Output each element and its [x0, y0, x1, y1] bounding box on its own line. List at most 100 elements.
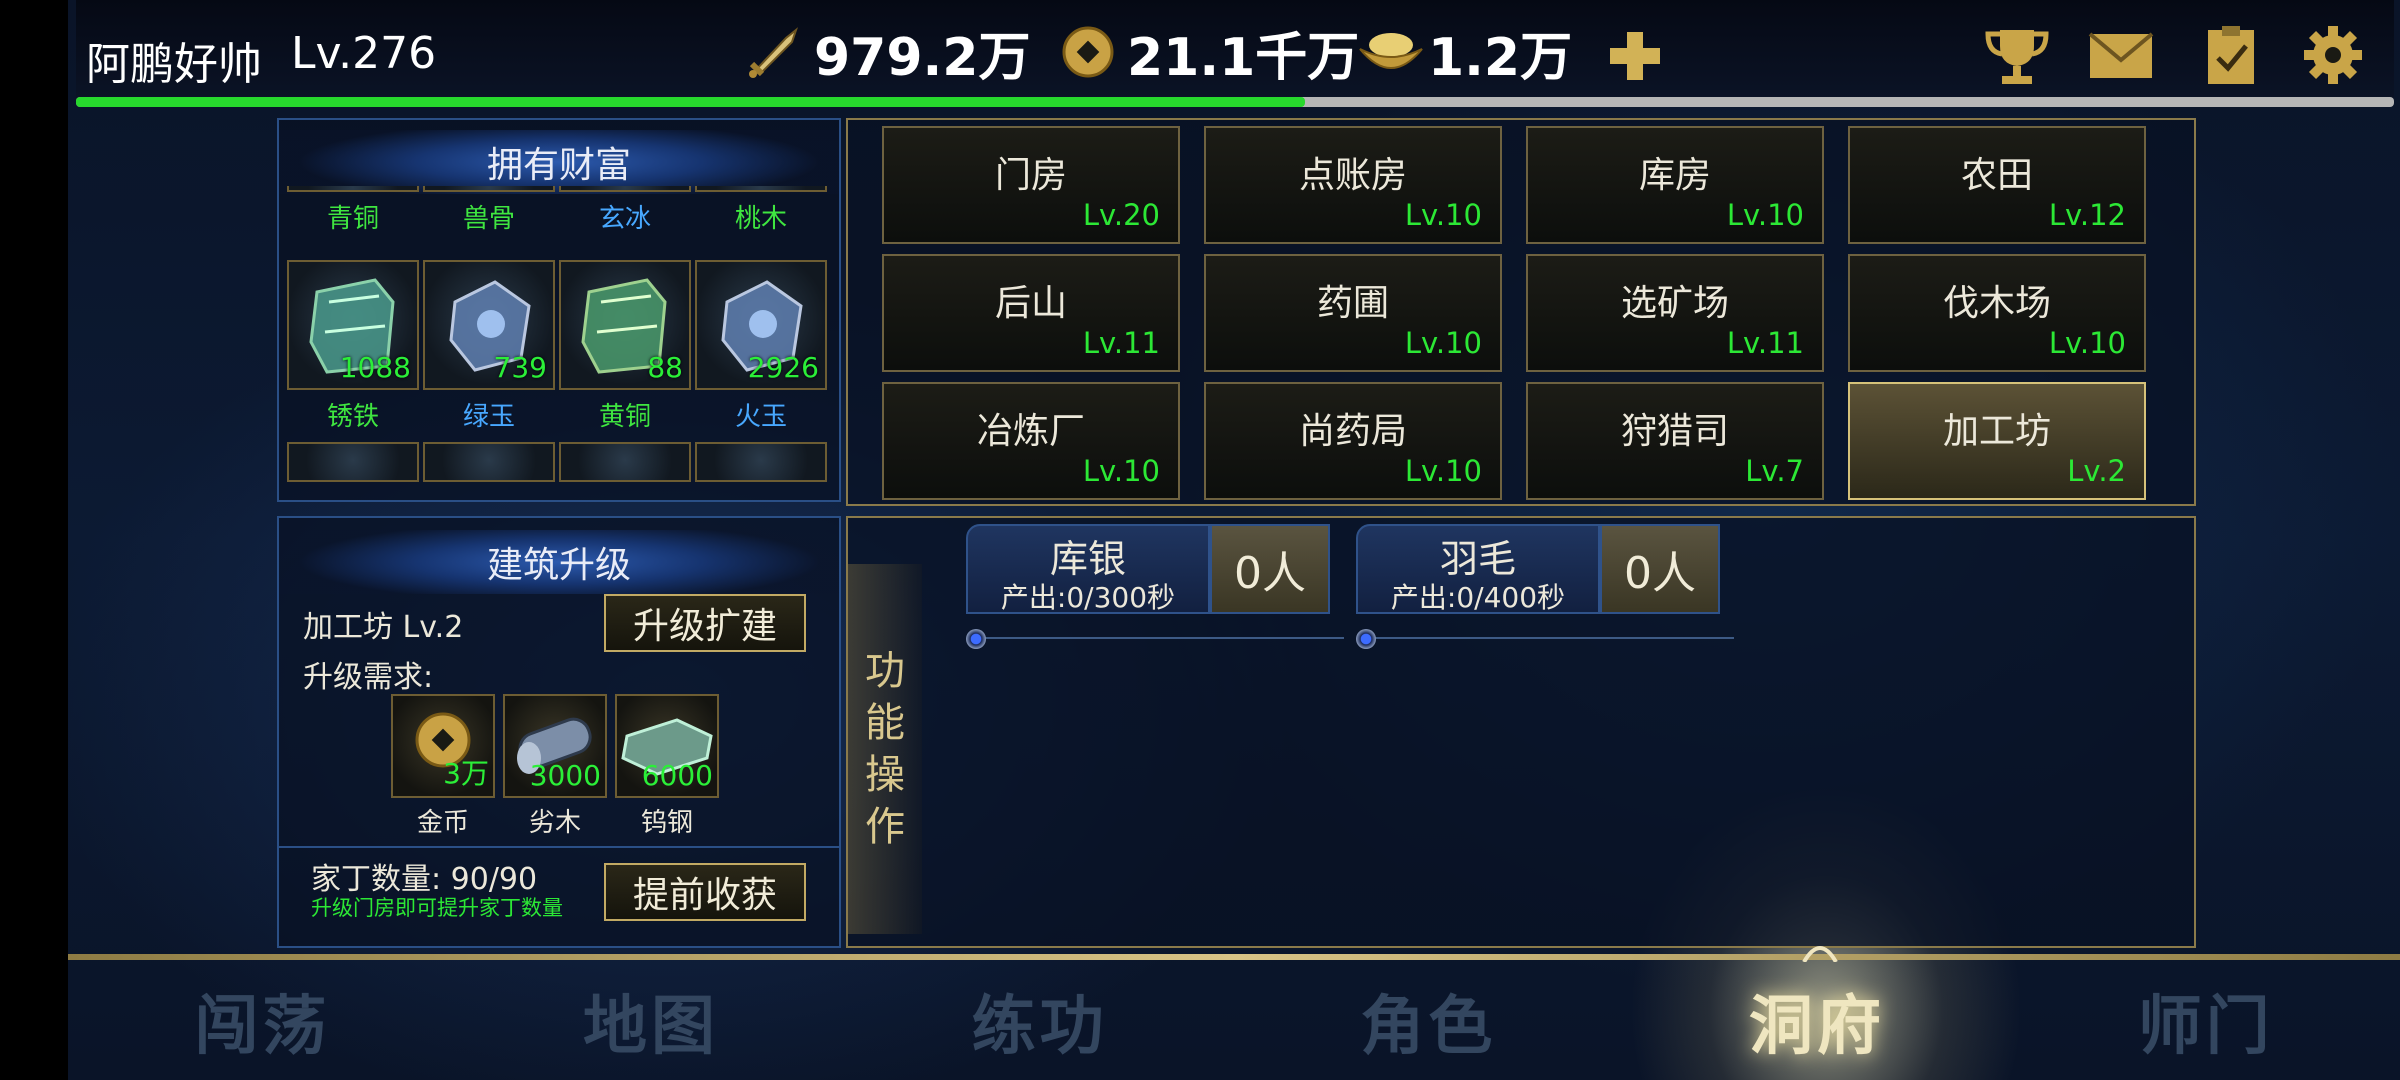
- resource-item[interactable]: 桃木: [693, 186, 829, 235]
- bottom-nav: 闯荡 地图 练功 角色 洞府 师门: [68, 962, 2400, 1080]
- resource-item[interactable]: 739 绿玉: [421, 260, 557, 433]
- building-cell[interactable]: 尚药局 Lv.10: [1204, 382, 1502, 500]
- building-name: 农田: [1960, 155, 2033, 196]
- resource-item[interactable]: 兽骨: [421, 186, 557, 235]
- producer-slider-knob[interactable]: [1356, 629, 1376, 649]
- ingot-icon: [1359, 33, 1423, 69]
- nav-tab-training[interactable]: 练功: [845, 962, 1234, 1080]
- gear-icon[interactable]: [2298, 24, 2368, 86]
- building-cell[interactable]: 后山 Lv.11: [882, 254, 1180, 372]
- function-tab-char: 操: [865, 752, 905, 798]
- resource-name: 兽骨: [462, 204, 515, 234]
- producer-rate: 产出:0/300秒: [1000, 581, 1176, 614]
- wealth-panel[interactable]: 拥有财富 青铜 兽骨 玄冰 桃木 1088 锈铁 739 绿玉 88 黄铜 29…: [277, 118, 841, 502]
- building-level: Lv.7: [1745, 454, 1804, 488]
- building-cell[interactable]: 选矿场 Lv.11: [1526, 254, 1824, 372]
- requirement-name: 钨钢: [640, 808, 693, 838]
- requirement-item[interactable]: 6000 钨钢: [615, 694, 719, 839]
- wealth-row-main: 1088 锈铁 739 绿玉 88 黄铜 2926 火玉: [285, 260, 829, 433]
- building-name: 伐木场: [1942, 283, 2051, 324]
- resource-name: 黄铜: [598, 402, 651, 432]
- producer-card[interactable]: 羽毛 产出:0/400秒 0人: [1356, 524, 1734, 649]
- building-cell[interactable]: 狩猎司 Lv.7: [1526, 382, 1824, 500]
- resource-item[interactable]: 1088 锈铁: [285, 260, 421, 433]
- producer-title: 库银: [1049, 537, 1126, 581]
- nav-tab-sect[interactable]: 师门: [2011, 962, 2400, 1080]
- upgrade-button[interactable]: 升级扩建: [604, 594, 806, 652]
- nav-tab-wander[interactable]: 闯荡: [68, 962, 457, 1080]
- producer-people-button[interactable]: 0人: [1600, 524, 1720, 614]
- resource-item[interactable]: 青铜: [285, 186, 421, 235]
- resource-count: 2926: [747, 351, 819, 384]
- ore-icon: 88: [559, 260, 691, 390]
- requirement-item[interactable]: 3000 劣木: [503, 694, 607, 839]
- requirement-item[interactable]: 3万 金币: [391, 694, 495, 839]
- harvest-button[interactable]: 提前收获: [604, 863, 806, 921]
- building-cell[interactable]: 冶炼厂 Lv.10: [882, 382, 1180, 500]
- building-name: 选矿场: [1620, 283, 1729, 324]
- requirement-count: 3万: [443, 757, 489, 790]
- exp-bar: [76, 97, 2394, 107]
- building-level: Lv.10: [1404, 454, 1482, 488]
- function-tab-char: 能: [865, 700, 905, 746]
- upgrade-panel: 建筑升级 加工坊 Lv.2 升级扩建 升级需求: 3万 金币 3000 劣木 6…: [277, 516, 841, 948]
- nav-tab-character[interactable]: 角色: [1234, 962, 1623, 1080]
- clipboard-icon[interactable]: [2196, 24, 2266, 86]
- requirement-count: 6000: [641, 759, 713, 792]
- buildings-grid: 门房 Lv.20 点账房 Lv.10 库房 Lv.10 农田 Lv.12 后山 Lv.11 药圃 Lv…: [846, 118, 2196, 506]
- plus-icon[interactable]: [1606, 30, 1664, 82]
- resource-item[interactable]: [421, 442, 557, 482]
- building-name: 冶炼厂: [976, 411, 1085, 452]
- building-name: 门房: [994, 155, 1067, 196]
- nav-tab-cave[interactable]: 洞府: [1623, 962, 2012, 1080]
- function-tab[interactable]: 功 能 操 作: [848, 564, 922, 934]
- nav-tab-map[interactable]: 地图: [457, 962, 846, 1080]
- producer-slider-track[interactable]: [976, 637, 1344, 639]
- resource-item[interactable]: [557, 442, 693, 482]
- trophy-icon[interactable]: [1982, 24, 2052, 86]
- gem-icon: 739: [423, 260, 555, 390]
- building-cell[interactable]: 伐木场 Lv.10: [1848, 254, 2146, 372]
- top-bar: 阿鹏好帅 Lv.276 979.2万 21.1千万 1.2万: [76, 0, 2394, 100]
- building-cell[interactable]: 加工坊 Lv.2: [1848, 382, 2146, 500]
- resource-name: 玄冰: [598, 204, 651, 234]
- building-level: Lv.2: [2067, 454, 2126, 488]
- building-cell[interactable]: 农田 Lv.12: [1848, 126, 2146, 244]
- producer-info[interactable]: 羽毛 产出:0/400秒: [1356, 524, 1600, 614]
- producer-info[interactable]: 库银 产出:0/300秒: [966, 524, 1210, 614]
- producer-slider-knob[interactable]: [966, 629, 986, 649]
- producer-slider-track[interactable]: [1366, 637, 1734, 639]
- resource-item[interactable]: 玄冰: [557, 186, 693, 235]
- building-level: Lv.20: [1082, 198, 1160, 232]
- player-level: Lv.276: [291, 28, 437, 79]
- resource-item[interactable]: [693, 442, 829, 482]
- resource-item[interactable]: [285, 442, 421, 482]
- building-name: 点账房: [1298, 155, 1407, 196]
- mail-icon[interactable]: [2086, 24, 2156, 86]
- gem-icon: 2926: [695, 260, 827, 390]
- producer-title: 羽毛: [1439, 537, 1516, 581]
- producer-people-button[interactable]: 0人: [1210, 524, 1330, 614]
- building-cell[interactable]: 门房 Lv.20: [882, 126, 1180, 244]
- coins-value: 21.1千万: [1127, 27, 1360, 88]
- power-value: 979.2万: [814, 27, 1031, 88]
- resource-count: 88: [647, 351, 683, 384]
- coin-stat: 21.1千万: [1061, 22, 1359, 88]
- exp-bar-fill: [76, 97, 1305, 107]
- wealth-row-top: 青铜 兽骨 玄冰 桃木: [285, 186, 829, 235]
- resource-item[interactable]: 88 黄铜: [557, 260, 693, 433]
- building-cell[interactable]: 库房 Lv.10: [1526, 126, 1824, 244]
- building-cell[interactable]: 点账房 Lv.10: [1204, 126, 1502, 244]
- producer-card[interactable]: 库银 产出:0/300秒 0人: [966, 524, 1344, 649]
- resource-name: 锈铁: [326, 402, 379, 432]
- wealth-row-bottom: [285, 442, 829, 482]
- requirement-name: 劣木: [528, 808, 581, 838]
- resource-item[interactable]: 2926 火玉: [693, 260, 829, 433]
- ingot-icon: 6000: [615, 694, 719, 798]
- building-cell[interactable]: 药圃 Lv.10: [1204, 254, 1502, 372]
- building-level: Lv.12: [2048, 198, 2126, 232]
- building-name: 加工坊: [1942, 411, 2051, 452]
- requirements-list: 3万 金币 3000 劣木 6000 钨钢: [391, 694, 727, 839]
- function-tab-char: 功: [865, 648, 905, 694]
- requirement-name: 金币: [416, 808, 469, 838]
